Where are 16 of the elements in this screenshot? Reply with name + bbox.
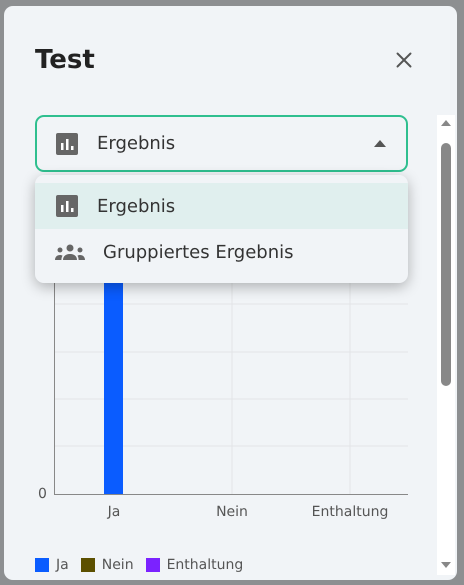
dialog-title: Test (35, 44, 95, 77)
category-label: Nein (216, 504, 248, 520)
legend-label: Ja (56, 557, 69, 573)
caret-icon (374, 140, 386, 147)
legend-label: Nein (102, 557, 134, 573)
axis-tick-label: 0 (38, 486, 47, 502)
category-label: Ja (108, 504, 120, 520)
menu-item[interactable]: Gruppiertes Ergebnis (35, 229, 408, 275)
group-icon (55, 244, 85, 260)
category-label: Enthaltung (312, 504, 388, 520)
menu-item[interactable]: Ergebnis (35, 183, 408, 229)
bar-chart-icon (55, 194, 79, 218)
legend-label: Enthaltung (166, 557, 244, 573)
view-select[interactable]: Ergebnis (35, 115, 408, 172)
scrollbar[interactable] (437, 115, 455, 575)
bar-chart-icon (55, 132, 79, 156)
